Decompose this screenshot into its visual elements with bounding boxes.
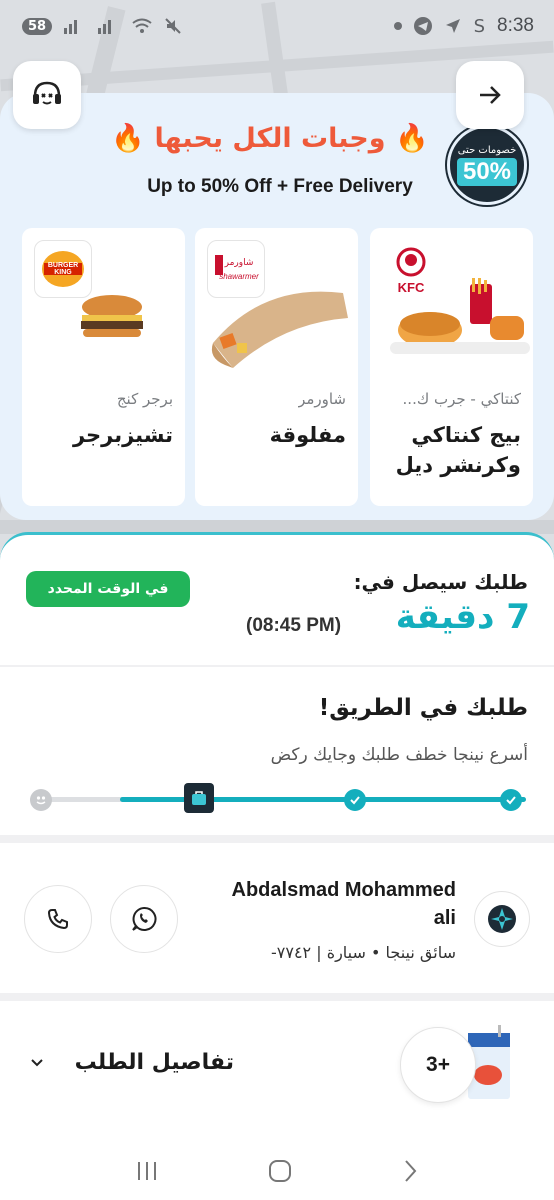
status-bar: 58 S 8:38 [0, 0, 554, 52]
svg-text:KING: KING [54, 269, 72, 276]
offer-name: بيج كنتاكي وكرنشر ديل [395, 423, 521, 477]
offer-card-shawarmer[interactable]: شاورمر shawarmer شاورمر مفلوقة [195, 228, 358, 506]
ninja-logo-icon [488, 905, 516, 933]
discount-label: خصومات حتى [457, 144, 517, 156]
step-delivered-icon [30, 789, 52, 811]
wrap-image [211, 291, 348, 368]
discount-badge: خصومات حتى 50% [447, 125, 527, 205]
signal-icon-2 [98, 20, 112, 34]
back-icon[interactable] [400, 1158, 420, 1184]
progress-fill [120, 797, 526, 802]
arrow-right-icon [480, 86, 501, 104]
phone-icon [47, 909, 68, 930]
next-arrow-button[interactable] [456, 61, 524, 129]
driver-name: Abdalsmad Mohammed [231, 879, 456, 901]
offer-card-burger-king[interactable]: BURGER KING برجر كنج تشيزبرجر [22, 228, 185, 506]
promo-title: 🔥 وجبات الكل يحبها 🔥 [111, 123, 429, 154]
svg-text:BURGER: BURGER [48, 262, 78, 269]
order-tracking-sheet: طلبك سيصل في: 7 دقيقة (08:45 PM) في الوق… [0, 532, 554, 1142]
order-progress-bar [30, 783, 526, 815]
status-time: 8:38 [497, 15, 534, 36]
mute-icon [165, 18, 181, 34]
items-count: 3+ [400, 1027, 476, 1103]
step-on-the-way-icon [184, 783, 214, 813]
driver-name-line2: ali [433, 907, 456, 929]
offer-brand: شاورمر [298, 390, 346, 408]
order-status-title: طلبك في الطريق! [318, 695, 528, 721]
offer-brand: برجر كنج [116, 390, 173, 408]
burger-king-logo: BURGER KING [34, 240, 92, 298]
whatsapp-button[interactable] [110, 885, 178, 953]
offer-brand: كنتاكي - جرب ك... [402, 390, 521, 408]
whatsapp-icon [132, 906, 157, 931]
offer-name: مفلوقة [269, 423, 346, 447]
eta-label: طلبك سيصل في: [353, 570, 528, 594]
eta-time: (08:45 PM) [246, 615, 342, 636]
location-arrow-icon [445, 19, 460, 33]
call-button[interactable] [24, 885, 92, 953]
headset-icon [33, 81, 61, 105]
offer-card-kfc[interactable]: KFC كنتاكي - جرب ك... بيج كنتاكي وكرنشر … [370, 228, 533, 506]
divider [0, 835, 554, 843]
signal-icon [64, 20, 78, 34]
eta-value: 7 دقيقة [395, 597, 530, 637]
on-time-badge: في الوقت المحدد [26, 571, 190, 607]
step-confirmed-check-icon [500, 789, 522, 811]
carrier-icon: S [473, 15, 486, 37]
kfc-meal-image [390, 278, 530, 354]
dot-icon [393, 22, 402, 30]
promo-subtitle: Up to 50% Off + Free Delivery [147, 176, 413, 197]
order-status-subtitle: أسرع نينجا خطف طلبك وجايك ركض [270, 745, 528, 765]
support-button[interactable] [13, 61, 81, 129]
order-items-preview[interactable]: 3+ [400, 1025, 518, 1103]
offer-name: تشيزبرجر [72, 423, 173, 447]
divider [0, 665, 554, 667]
step-picked-up-check-icon [344, 789, 366, 811]
burger-image [81, 295, 143, 337]
notification-count-badge: 58 [22, 17, 53, 35]
recent-apps-icon[interactable] [134, 1160, 160, 1182]
home-icon[interactable] [267, 1158, 293, 1184]
chevron-down-icon[interactable] [28, 1053, 46, 1071]
driver-meta: سائق نينجا • سيارة | ٧٧٤٢- [270, 943, 456, 962]
telegram-icon [413, 17, 432, 35]
system-nav-bar [0, 1142, 554, 1200]
order-details-title[interactable]: تفاصيل الطلب [75, 1050, 234, 1075]
divider [0, 993, 554, 1001]
discount-value: 50% [456, 157, 518, 186]
driver-avatar [474, 891, 530, 947]
wifi-icon [132, 18, 152, 33]
promo-banner[interactable]: 🔥 وجبات الكل يحبها 🔥 Up to 50% Off + Fre… [0, 93, 554, 520]
